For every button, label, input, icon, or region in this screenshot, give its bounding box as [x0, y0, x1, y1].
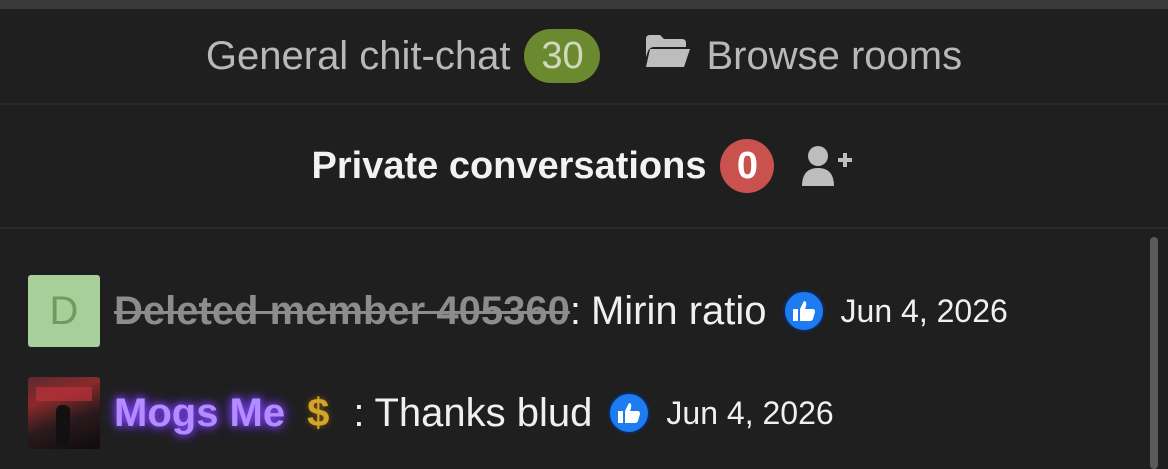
general-chit-chat-room[interactable]: General chit-chat 30 [206, 29, 601, 83]
private-conversations-bar: Private conversations 0 [0, 105, 1168, 229]
avatar[interactable] [28, 377, 100, 449]
top-bar [0, 0, 1168, 9]
message-text: Thanks blud [374, 390, 593, 435]
browse-rooms-label: Browse rooms [706, 33, 963, 78]
avatar-glow [36, 387, 92, 401]
add-user-icon[interactable] [800, 144, 856, 188]
message-separator: : [353, 390, 365, 435]
avatar[interactable]: D [28, 275, 100, 347]
list-item: D Deleted member 405360 : Mirin ratio Ju… [28, 275, 1008, 347]
message-date: Jun 4, 2026 [840, 292, 1008, 329]
private-count-badge: 0 [720, 139, 775, 193]
list-item: Mogs Me $ : Thanks blud Jun 4, 2026 [28, 377, 834, 449]
author-name[interactable]: Mogs Me [114, 391, 285, 436]
message-text: Mirin ratio [590, 288, 767, 333]
scrollbar[interactable] [1150, 237, 1158, 469]
message-date: Jun 4, 2026 [666, 394, 834, 431]
message-feed: D Deleted member 405360 : Mirin ratio Ju… [0, 229, 1168, 469]
thumbs-up-icon[interactable] [608, 392, 651, 434]
dollar-badge-icon: $ [307, 390, 330, 435]
folder-open-icon [644, 33, 692, 79]
author-name: Deleted member 405360 [114, 288, 570, 333]
thumbs-up-icon[interactable] [782, 290, 825, 332]
private-conversations-label[interactable]: Private conversations [312, 145, 707, 188]
room-label: General chit-chat [205, 33, 511, 78]
room-count-badge: 30 [524, 29, 601, 83]
avatar-figure [56, 405, 70, 445]
rooms-bar: General chit-chat 30 Browse rooms [0, 9, 1168, 105]
browse-rooms-link[interactable]: Browse rooms [644, 33, 962, 79]
message-separator: : [569, 288, 581, 333]
